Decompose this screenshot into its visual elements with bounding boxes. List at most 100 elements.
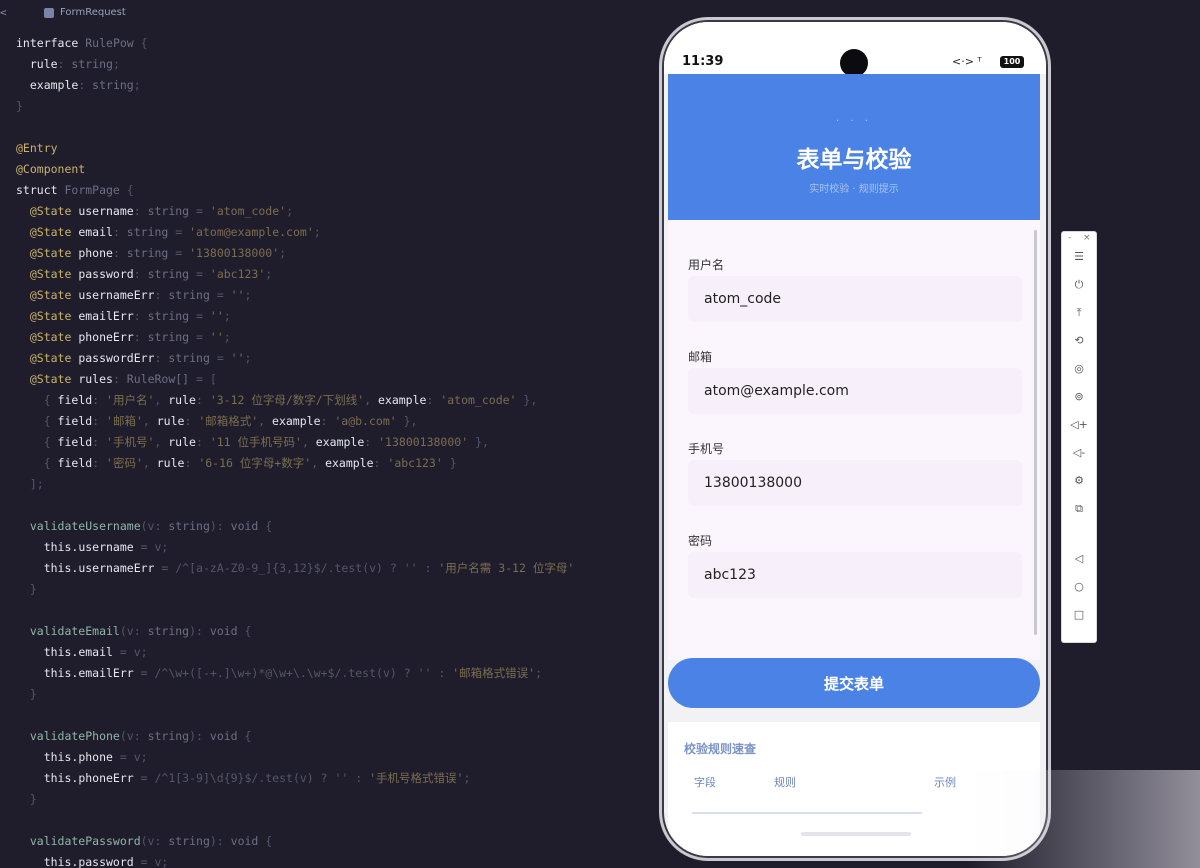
scrollbar[interactable]: [1034, 230, 1037, 635]
screenshot-icon[interactable]: ⧉: [1062, 500, 1096, 518]
code-line: validatePhone(v: string): void {: [16, 726, 574, 747]
status-time: 11:39: [682, 54, 724, 69]
code-line: validateEmail(v: string): void {: [16, 621, 574, 642]
code-token: ,: [301, 435, 316, 449]
code-token: '邮箱': [106, 414, 143, 428]
submit-button[interactable]: 提交表单: [668, 658, 1040, 708]
code-token: '手机号格式错误': [369, 771, 464, 785]
code-token: ):: [209, 519, 231, 533]
battery-icon: 100: [1000, 56, 1024, 68]
code-token: phoneErr: [71, 330, 134, 344]
code-token: interface: [16, 36, 86, 50]
pin-top-icon[interactable]: ⤒: [1062, 304, 1096, 322]
code-token: '手机号': [106, 435, 155, 449]
phone-label: 手机号: [688, 442, 725, 456]
code-lines: interface RulePow { rule: string; exampl…: [16, 33, 574, 868]
code-token: void: [209, 729, 238, 743]
target-icon[interactable]: ⊚: [1062, 388, 1096, 406]
code-token: @State: [16, 246, 72, 260]
code-token: =: [189, 309, 210, 323]
code-token: 'abc123': [209, 267, 266, 281]
code-token: email: [71, 225, 113, 239]
home-indicator[interactable]: [801, 832, 911, 836]
code-token: @State: [16, 204, 72, 218]
code-token: RulePow: [85, 36, 134, 50]
settings-icon[interactable]: ⚙: [1062, 472, 1096, 490]
code-token: :: [112, 372, 127, 386]
volume-down-icon[interactable]: ◁-: [1062, 444, 1096, 462]
camera-hole: [840, 49, 868, 77]
code-token: =: [189, 330, 210, 344]
code-token: = v;: [112, 645, 148, 659]
file-icon: [44, 8, 54, 18]
code-token: }: [16, 582, 37, 596]
close-icon[interactable]: ×: [1083, 233, 1091, 243]
code-token: @State: [16, 288, 72, 302]
code-token: {: [258, 519, 273, 533]
volume-up-icon[interactable]: ◁+: [1062, 416, 1096, 434]
code-token: rule: [168, 435, 196, 449]
code-editor[interactable]: < FormRequest interface RulePow { rule: …: [0, 0, 660, 868]
code-line: validateUsername(v: string): void {: [16, 516, 574, 537]
code-token: username: [71, 204, 134, 218]
code-line: this.usernameErr = /^[a-zA-Z0-9_]{3,12}$…: [16, 558, 575, 579]
code-token: }: [442, 456, 457, 470]
code-token: example: [272, 414, 321, 428]
code-line: { field: '手机号', rule: '11 位手机号码', exampl…: [16, 432, 574, 453]
code-token: '': [230, 351, 245, 365]
code-line: this.phone = v;: [16, 747, 574, 768]
location-icon[interactable]: ◎: [1062, 360, 1096, 378]
code-token: {: [16, 414, 58, 428]
code-token: .email: [71, 645, 113, 659]
code-token: rule: [156, 456, 185, 470]
menu-icon[interactable]: ☰: [1062, 248, 1096, 266]
code-line: this.phoneErr = /^1[3-9]\d{9}$/.test(v) …: [16, 768, 574, 789]
code-token: :: [133, 204, 148, 218]
code-line: @Component: [16, 159, 574, 180]
code-token: field: [57, 435, 93, 449]
power-icon[interactable]: ⏻: [1062, 276, 1096, 294]
code-line: struct FormPage {: [16, 180, 574, 201]
code-token: :: [133, 309, 148, 323]
code-token: string: [168, 288, 210, 302]
code-token: validatePassword: [16, 834, 141, 848]
code-token: .phoneErr: [71, 771, 134, 785]
code-token: field: [57, 414, 93, 428]
password-input[interactable]: [688, 552, 1022, 598]
code-token: .emailErr: [71, 666, 134, 680]
code-token: string: [147, 330, 190, 344]
email-label: 邮箱: [688, 350, 713, 364]
minimize-icon[interactable]: -: [1068, 233, 1071, 243]
editor-tab-title[interactable]: FormRequest: [60, 7, 126, 18]
code-token: usernameErr: [71, 288, 155, 302]
code-token: void: [209, 624, 238, 638]
home-icon[interactable]: ○: [1062, 578, 1096, 596]
email-input[interactable]: [688, 368, 1022, 414]
code-line: @State rules: RuleRow[] = [: [16, 369, 574, 390]
phone-input[interactable]: [688, 460, 1022, 506]
form-scroll-area[interactable]: 用户名 邮箱 手机号 密码: [668, 220, 1040, 660]
code-token: validateUsername: [16, 519, 141, 533]
rules-row-divider: [692, 812, 922, 814]
emulator-toolbar: - × ☰ ⏻ ⤒ ⟲ ◎ ⊚ ◁+ ◁- ⚙ ⧉ ◁ ○ □: [1062, 232, 1096, 642]
code-token: @State: [16, 330, 72, 344]
code-token: string: [147, 624, 190, 638]
code-token: ;: [244, 288, 252, 302]
rotate-icon[interactable]: ⟲: [1062, 332, 1096, 350]
back-arrow-icon[interactable]: <: [0, 6, 7, 19]
code-token: ;: [279, 246, 287, 260]
code-token: },: [468, 435, 489, 449]
code-token: },: [516, 393, 538, 407]
username-input[interactable]: [688, 276, 1022, 322]
recents-icon[interactable]: □: [1062, 606, 1096, 624]
code-token: = v;: [133, 855, 169, 868]
back-icon[interactable]: ◁: [1062, 550, 1096, 568]
code-line: { field: '邮箱', rule: '邮箱格式', example: 'a…: [16, 411, 574, 432]
code-token: ;: [223, 330, 231, 344]
code-line: { field: '用户名', rule: '3-12 位字母/数字/下划线',…: [16, 390, 574, 411]
code-token: =: [209, 351, 231, 365]
code-token: ):: [189, 729, 210, 743]
